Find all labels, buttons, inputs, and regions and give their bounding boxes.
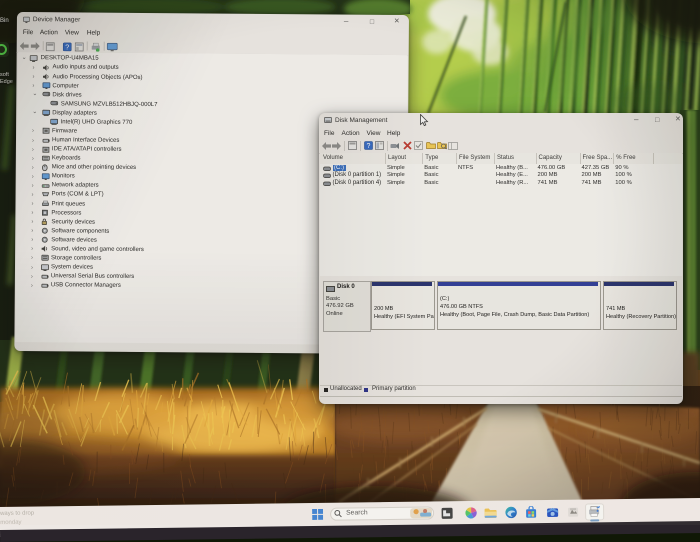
svg-text:?: ? [366, 143, 370, 150]
svg-text:?: ? [65, 44, 69, 51]
